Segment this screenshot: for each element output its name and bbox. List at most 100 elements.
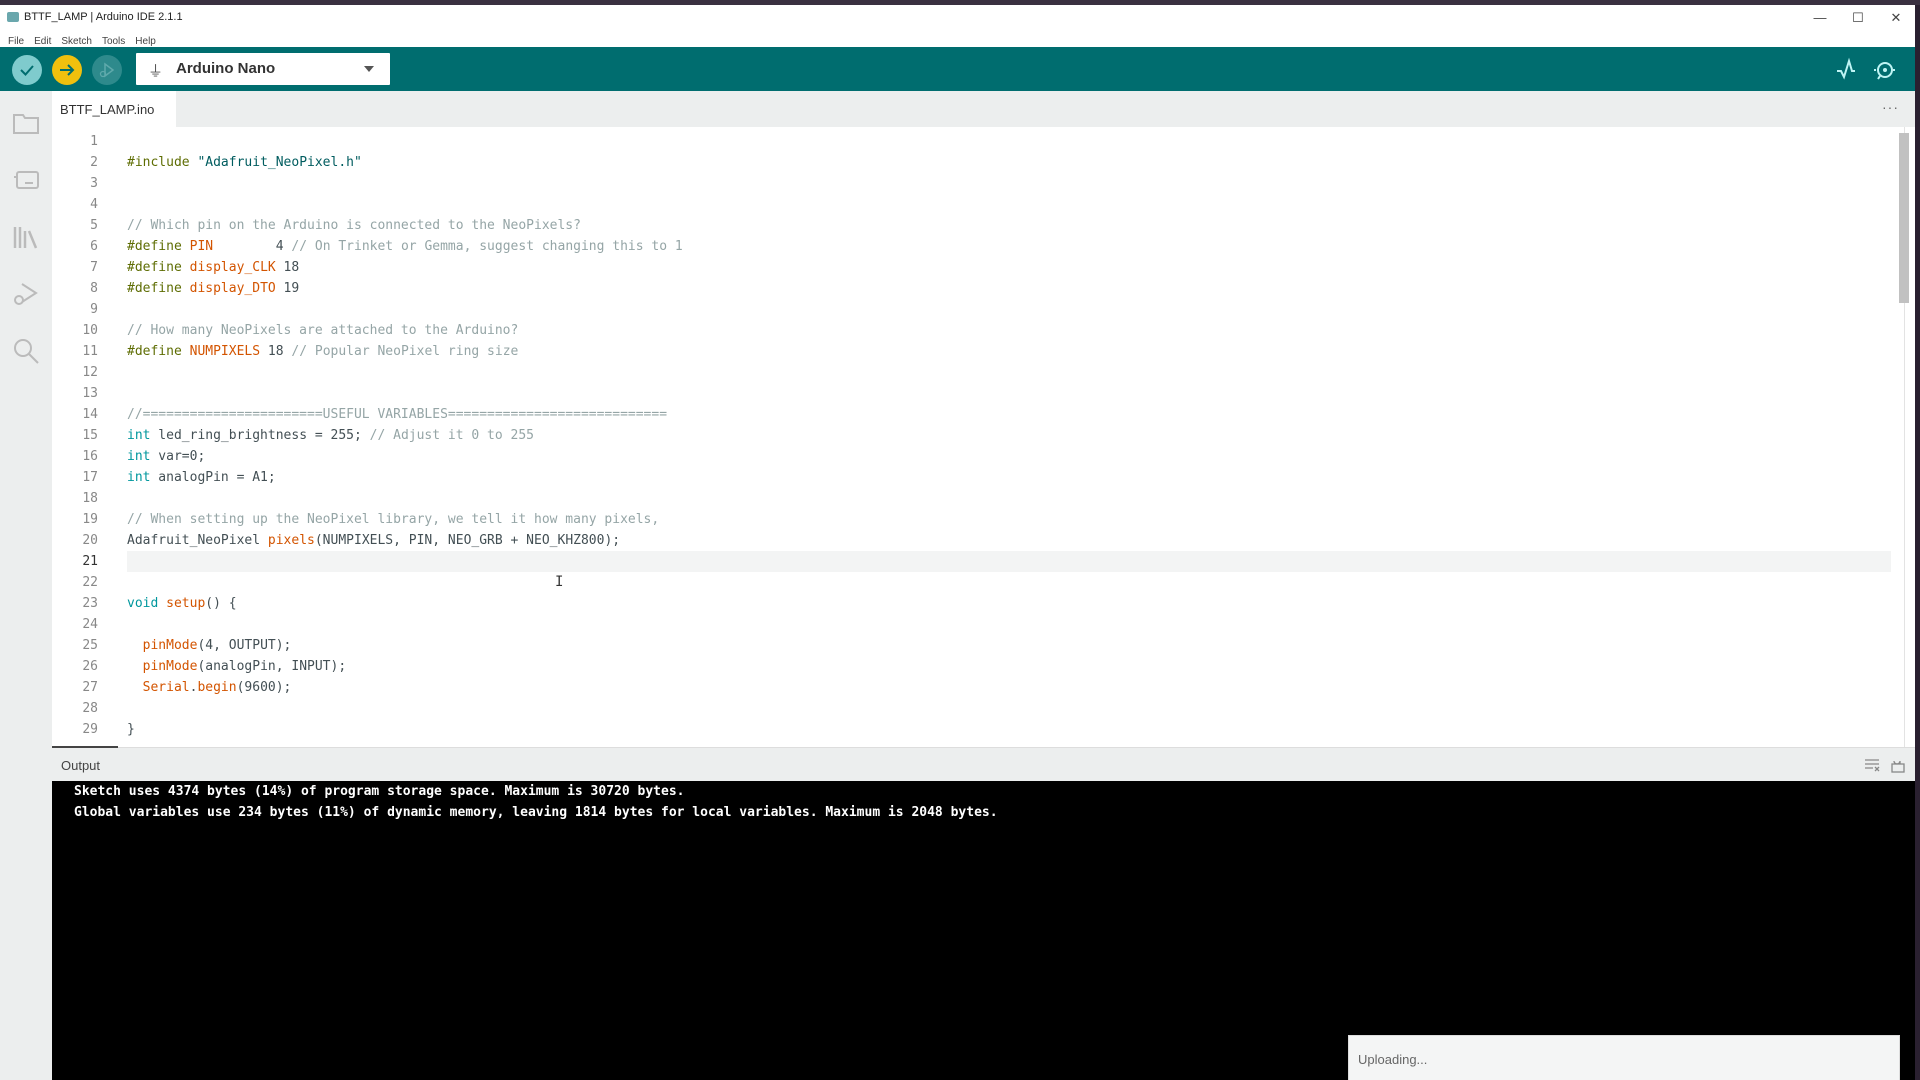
code-line[interactable]: // How many NeoPixels are attached to th… — [127, 320, 518, 341]
code-line[interactable]: // When setting up the NeoPixel library,… — [127, 509, 659, 530]
code-line[interactable]: #define PIN 4 // On Trinket or Gemma, su… — [127, 236, 683, 257]
code-token: // Which pin on the Arduino is connected… — [127, 218, 581, 233]
serial-monitor-button[interactable] — [1872, 57, 1898, 83]
code-area[interactable]: #include "Adafruit_NeoPixel.h" // Which p… — [127, 127, 1891, 747]
code-line[interactable]: Serial.begin(9600); — [127, 677, 292, 698]
arduino-ide-window: BTTF_LAMP | Arduino IDE 2.1.1 — ☐ ✕ File… — [0, 5, 1915, 1080]
serial-plotter-button[interactable] — [1833, 57, 1859, 83]
boards-manager-button[interactable] — [12, 166, 40, 194]
code-token: 4 — [213, 239, 292, 254]
code-token: #include — [127, 155, 198, 170]
output-panel-header: Output — [52, 746, 1915, 782]
board-name: Arduino Nano — [176, 60, 276, 77]
code-token: int — [127, 449, 151, 464]
line-number: 27 — [82, 680, 98, 695]
code-token: begin — [197, 680, 237, 695]
code-token: // Adjust it 0 to 255 — [369, 428, 535, 443]
line-number: 2 — [90, 155, 98, 170]
sketchbook-button[interactable] — [12, 109, 40, 137]
notification-text: Uploading... — [1358, 1052, 1428, 1067]
debug-panel-button[interactable] — [12, 280, 40, 308]
more-options-icon[interactable]: ··· — [1882, 99, 1899, 115]
code-line[interactable]: pinMode(analogPin, INPUT); — [127, 656, 347, 677]
code-editor[interactable]: 1 2 3 4 5 6 7 8 9 10 11 12 13 14 15 16 17 18 19 20 21 22 23 24 2… — [52, 127, 1915, 747]
arduino-app-icon — [7, 12, 19, 22]
window-title: BTTF_LAMP | Arduino IDE 2.1.1 — [24, 11, 183, 23]
menu-bar: File Edit Sketch Tools Help — [0, 31, 1915, 47]
code-token: var=0; — [150, 449, 206, 464]
code-line[interactable]: int var=0; — [127, 446, 205, 467]
line-number: 23 — [82, 596, 98, 611]
line-number: 21 — [82, 554, 98, 569]
line-number: 22 — [82, 575, 98, 590]
code-line[interactable]: #define display_CLK 18 — [127, 257, 299, 278]
maximize-button[interactable]: ☐ — [1838, 7, 1878, 29]
line-number: 15 — [82, 428, 98, 443]
code-token: // How many NeoPixels are attached to th… — [127, 323, 519, 338]
code-token: #define — [127, 344, 190, 359]
code-line[interactable]: // Which pin on the Arduino is connected… — [127, 215, 581, 236]
debug-button[interactable] — [92, 55, 122, 85]
toolbar: ⏚ Arduino Nano — [0, 47, 1915, 91]
minimize-button[interactable]: — — [1800, 7, 1840, 29]
clear-output-icon — [1865, 759, 1880, 772]
upload-notification: Uploading... — [1348, 1035, 1900, 1080]
code-token: led_ring_brightness = 255; — [150, 428, 370, 443]
code-token: "Adafruit_NeoPixel.h" — [197, 155, 362, 170]
code-line[interactable]: //=======================USEFUL VARIABLE… — [127, 404, 667, 425]
code-line[interactable]: #define NUMPIXELS 18 // Popular NeoPixel… — [127, 341, 518, 362]
code-line[interactable]: Adafruit_NeoPixel pixels(NUMPIXELS, PIN,… — [127, 530, 620, 551]
code-line[interactable]: } — [127, 719, 135, 740]
line-number: 3 — [90, 176, 98, 191]
code-token: void — [127, 596, 159, 611]
folder-icon — [13, 114, 39, 134]
output-title: Output — [61, 758, 101, 773]
title-bar: BTTF_LAMP | Arduino IDE 2.1.1 — ☐ ✕ — [0, 5, 1915, 31]
code-token: #define — [127, 239, 190, 254]
check-icon — [20, 65, 34, 76]
verify-button[interactable] — [12, 55, 42, 85]
code-line[interactable]: #include "Adafruit_NeoPixel.h" — [127, 152, 362, 173]
code-token: pinMode — [142, 659, 198, 674]
code-token: display_CLK — [189, 260, 276, 275]
output-line: Global variables use 234 bytes (11%) of … — [74, 805, 998, 820]
line-number: 20 — [82, 533, 98, 548]
usb-icon: ⏚ — [148, 63, 164, 80]
board-selector[interactable]: ⏚ Arduino Nano — [136, 53, 390, 85]
code-token: NUMPIXELS — [189, 344, 261, 359]
code-token: 18 — [275, 260, 300, 275]
code-line[interactable]: int analogPin = A1; — [127, 467, 276, 488]
code-token: Serial — [142, 680, 190, 695]
tab-bttf-lamp[interactable]: BTTF_LAMP.ino — [52, 91, 176, 127]
line-number: 19 — [82, 512, 98, 527]
upload-button[interactable] — [52, 55, 82, 85]
line-number: 10 — [82, 323, 98, 338]
code-line[interactable]: pinMode(4, OUTPUT); — [127, 635, 292, 656]
library-manager-button[interactable] — [12, 223, 40, 251]
line-number: 12 — [82, 365, 98, 380]
code-token: #define — [127, 260, 190, 275]
scroll-lock-button[interactable] — [1889, 756, 1907, 774]
search-icon — [14, 339, 39, 364]
search-button[interactable] — [12, 337, 40, 365]
code-line[interactable]: void setup() { — [127, 593, 237, 614]
line-number: 8 — [90, 281, 98, 296]
code-token: PIN — [189, 239, 214, 254]
code-line[interactable]: int led_ring_brightness = 255; // Adjust… — [127, 425, 534, 446]
code-token: (9600); — [236, 680, 292, 695]
editor-tab-bar: BTTF_LAMP.ino ··· — [52, 91, 1915, 127]
line-number: 25 — [82, 638, 98, 653]
code-line[interactable]: #define display_DTO 19 — [127, 278, 299, 299]
line-number: 11 — [82, 344, 98, 359]
code-token: //=======================USEFUL VARIABLE… — [127, 407, 668, 422]
code-token: #define — [127, 281, 190, 296]
tab-label: BTTF_LAMP.ino — [60, 102, 155, 117]
chevron-down-icon — [364, 66, 374, 72]
vertical-scrollbar[interactable] — [1899, 133, 1909, 303]
code-token: analogPin = A1; — [150, 470, 276, 485]
code-token: // When setting up the NeoPixel library,… — [127, 512, 660, 527]
close-button[interactable]: ✕ — [1876, 7, 1915, 29]
clear-output-button[interactable] — [1863, 756, 1881, 774]
